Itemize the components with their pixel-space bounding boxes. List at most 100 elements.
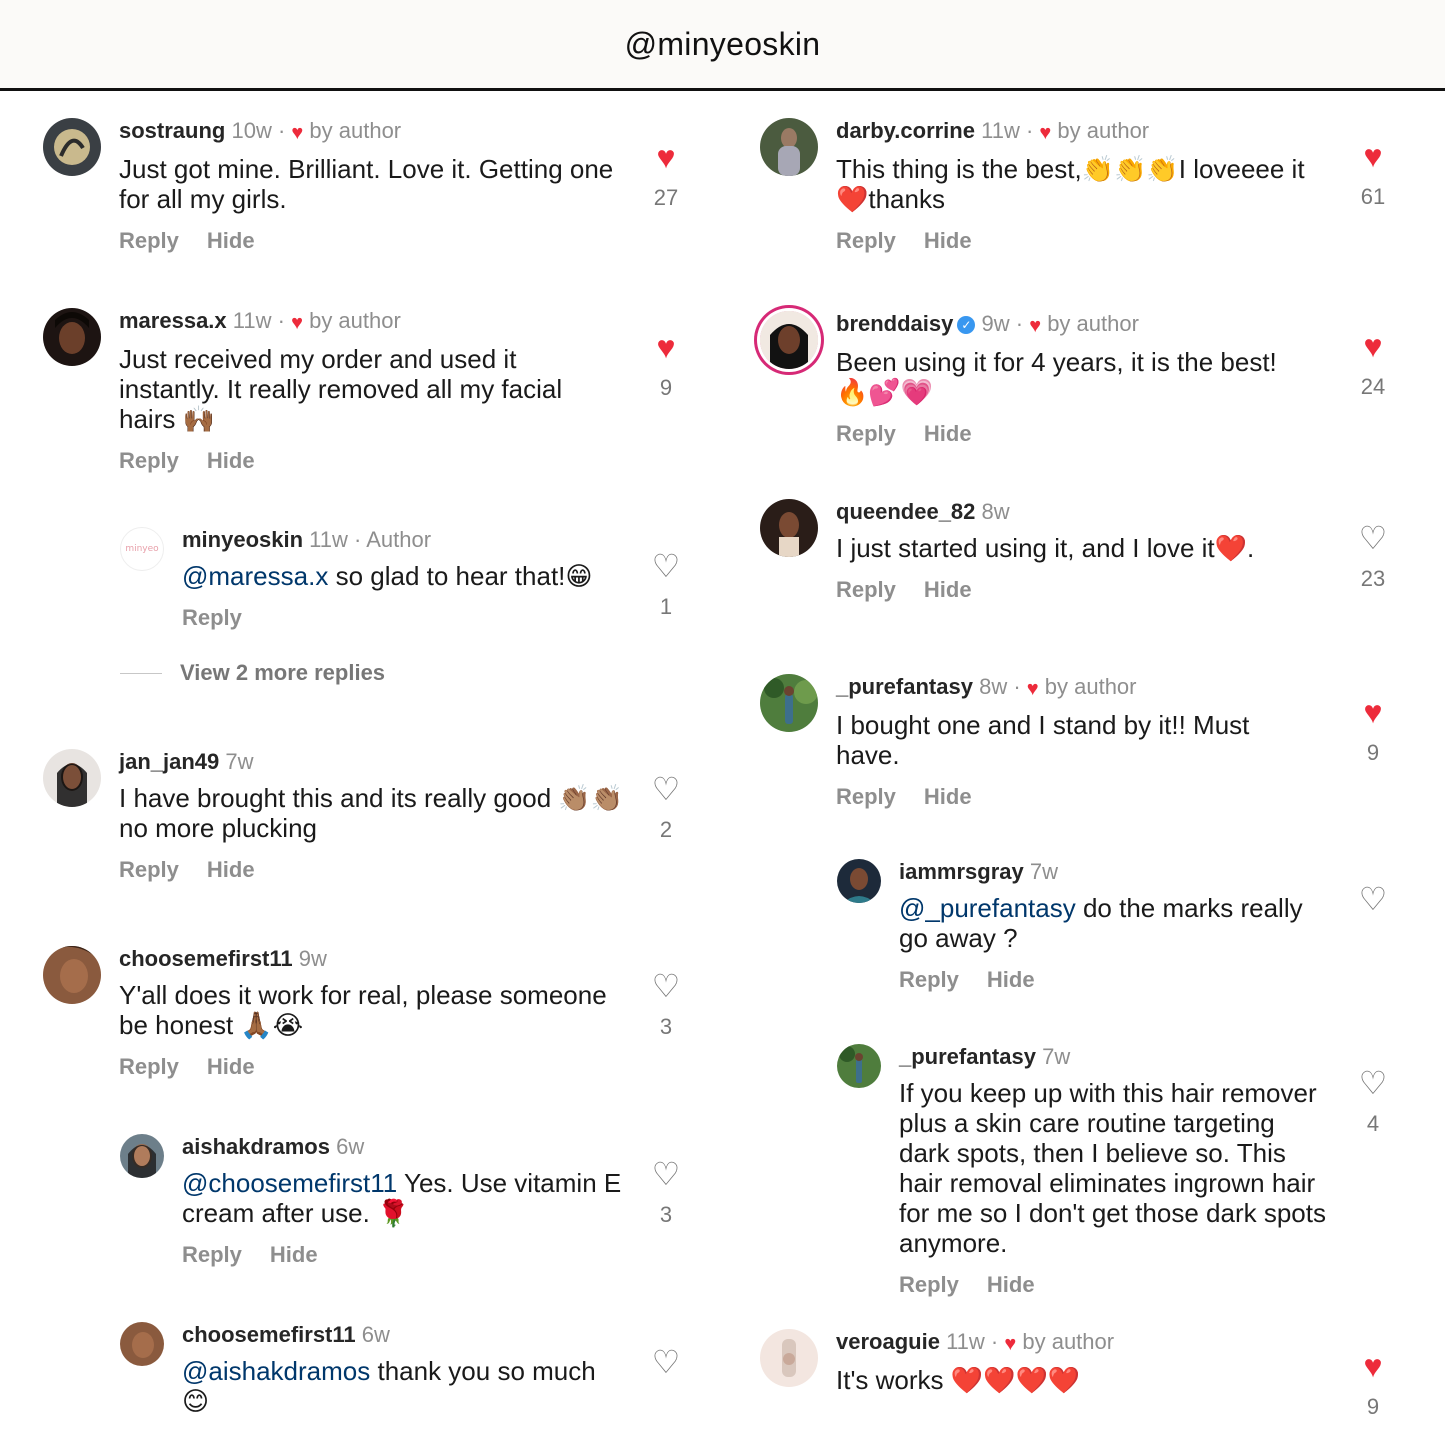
view-more-label[interactable]: View 2 more replies bbox=[180, 660, 385, 686]
hide-button[interactable]: Hide bbox=[924, 228, 972, 254]
username[interactable]: queendee_82 bbox=[836, 499, 975, 524]
mention-link[interactable]: @choosemefirst11 bbox=[182, 1168, 397, 1198]
hide-button[interactable]: Hide bbox=[987, 1272, 1035, 1298]
reply-button[interactable]: Reply bbox=[119, 857, 179, 883]
heart-outline-icon[interactable]: ♡ bbox=[636, 1346, 696, 1378]
username[interactable]: minyeoskin bbox=[182, 527, 303, 552]
heart-outline-icon[interactable]: ♡ bbox=[636, 773, 696, 805]
reply-button[interactable]: Reply bbox=[836, 577, 896, 603]
like-control: ♡ 3 bbox=[636, 1158, 696, 1228]
username[interactable]: darby.corrine bbox=[836, 118, 975, 143]
like-control: ♥ 61 bbox=[1343, 140, 1403, 210]
hide-button[interactable]: Hide bbox=[207, 857, 255, 883]
heart-outline-icon[interactable]: ♡ bbox=[636, 970, 696, 1002]
reply-button[interactable]: Reply bbox=[836, 421, 896, 447]
heart-filled-icon[interactable]: ♥ bbox=[1343, 696, 1403, 728]
like-control: ♡ 4 bbox=[1343, 1067, 1403, 1137]
username[interactable]: veroaguie bbox=[836, 1329, 940, 1354]
like-count: 24 bbox=[1360, 374, 1386, 399]
comment-text: Just received my order and used it insta… bbox=[119, 344, 563, 434]
mention-link[interactable]: @maressa.x bbox=[182, 561, 328, 591]
liked-by-author-label: by author bbox=[309, 118, 402, 143]
hide-button[interactable]: Hide bbox=[924, 421, 972, 447]
like-control: ♡ bbox=[636, 1346, 696, 1378]
mention-link[interactable]: @_purefantasy bbox=[899, 893, 1076, 923]
hide-button[interactable]: Hide bbox=[924, 784, 972, 810]
hide-button[interactable]: Hide bbox=[207, 228, 255, 254]
timestamp: 6w bbox=[361, 1322, 390, 1347]
avatar[interactable] bbox=[760, 499, 818, 557]
hide-button[interactable]: Hide bbox=[207, 448, 255, 474]
heart-filled-icon[interactable]: ♥ bbox=[636, 331, 696, 363]
like-control: ♡ 2 bbox=[636, 773, 696, 843]
avatar[interactable] bbox=[43, 749, 101, 807]
comment-text: so glad to hear that!😁 bbox=[335, 561, 593, 591]
hide-button[interactable]: Hide bbox=[207, 1054, 255, 1080]
comment-text: I have brought this and its really good … bbox=[119, 783, 624, 843]
username[interactable]: iammrsgray bbox=[899, 859, 1024, 884]
avatar[interactable] bbox=[760, 311, 818, 369]
reply-button[interactable]: Reply bbox=[836, 784, 896, 810]
username[interactable]: sostraung bbox=[119, 118, 225, 143]
heart-filled-icon[interactable]: ♥ bbox=[1343, 330, 1403, 362]
like-count: 27 bbox=[653, 185, 679, 210]
username[interactable]: brenddaisy bbox=[836, 311, 953, 336]
reply-button[interactable]: Reply bbox=[182, 605, 242, 631]
heart-outline-icon[interactable]: ♡ bbox=[636, 550, 696, 582]
heart-outline-icon[interactable]: ♡ bbox=[636, 1158, 696, 1190]
timestamp: 9w bbox=[981, 311, 1010, 336]
avatar[interactable] bbox=[760, 118, 818, 176]
hide-button[interactable]: Hide bbox=[924, 577, 972, 603]
mention-link[interactable]: @aishakdramos bbox=[182, 1356, 370, 1386]
avatar[interactable] bbox=[43, 118, 101, 176]
avatar[interactable] bbox=[837, 1044, 881, 1088]
reply-button[interactable]: Reply bbox=[119, 1054, 179, 1080]
avatar[interactable] bbox=[43, 946, 101, 1004]
username[interactable]: jan_jan49 bbox=[119, 749, 219, 774]
reply-button[interactable]: Reply bbox=[899, 967, 959, 993]
timestamp: 7w bbox=[1042, 1044, 1071, 1069]
hide-button[interactable]: Hide bbox=[987, 967, 1035, 993]
reply-button[interactable]: Reply bbox=[119, 228, 179, 254]
like-control: ♥ 9 bbox=[636, 331, 696, 401]
avatar[interactable] bbox=[120, 1322, 164, 1366]
timestamp: 8w bbox=[981, 499, 1010, 524]
avatar[interactable] bbox=[43, 308, 101, 366]
heart-filled-icon[interactable]: ♥ bbox=[1343, 1350, 1403, 1382]
username[interactable]: choosemefirst11 bbox=[182, 1322, 356, 1347]
reply-button[interactable]: Reply bbox=[182, 1242, 242, 1268]
username[interactable]: aishakdramos bbox=[182, 1134, 330, 1159]
heart-icon: ♥ bbox=[1039, 122, 1052, 144]
username[interactable]: maressa.x bbox=[119, 308, 227, 333]
reply-button[interactable]: Reply bbox=[119, 448, 179, 474]
comment-text: If you keep up with this hair remover pl… bbox=[899, 1078, 1326, 1258]
comment-text: I bought one and I stand by it!! Must ha… bbox=[836, 710, 1250, 770]
avatar[interactable] bbox=[120, 1134, 164, 1178]
heart-filled-icon[interactable]: ♥ bbox=[1343, 140, 1403, 172]
comment-text: Y'all does it work for real, please some… bbox=[119, 980, 607, 1040]
heart-outline-icon[interactable]: ♡ bbox=[1343, 522, 1403, 554]
timestamp: 11w bbox=[946, 1329, 985, 1354]
reply-button[interactable]: Reply bbox=[899, 1272, 959, 1298]
reply-button[interactable]: Reply bbox=[836, 228, 896, 254]
view-more-replies[interactable]: View 2 more replies bbox=[120, 660, 385, 686]
avatar[interactable] bbox=[837, 859, 881, 903]
username[interactable]: _purefantasy bbox=[836, 674, 973, 699]
avatar[interactable] bbox=[760, 674, 818, 732]
like-count: 9 bbox=[1366, 1394, 1380, 1419]
heart-outline-icon[interactable]: ♡ bbox=[1343, 1067, 1403, 1099]
like-count: 4 bbox=[1366, 1111, 1380, 1136]
avatar[interactable]: minyeo bbox=[120, 527, 164, 571]
timestamp: 11w bbox=[309, 527, 348, 552]
heart-filled-icon[interactable]: ♥ bbox=[636, 141, 696, 173]
like-control: ♥ 27 bbox=[636, 141, 696, 211]
username[interactable]: _purefantasy bbox=[899, 1044, 1036, 1069]
divider bbox=[120, 672, 162, 674]
username[interactable]: choosemefirst11 bbox=[119, 946, 293, 971]
timestamp: 11w bbox=[232, 308, 272, 333]
liked-by-author-label: by author bbox=[1022, 1329, 1115, 1354]
timestamp: 10w bbox=[231, 118, 272, 143]
avatar[interactable] bbox=[760, 1329, 818, 1387]
heart-outline-icon[interactable]: ♡ bbox=[1343, 883, 1403, 915]
hide-button[interactable]: Hide bbox=[270, 1242, 318, 1268]
